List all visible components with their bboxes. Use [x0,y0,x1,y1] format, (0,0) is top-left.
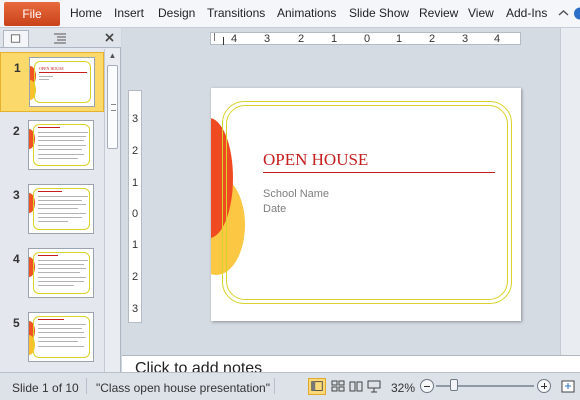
slide-thumbnail-3[interactable]: 3 [0,180,104,240]
slide-thumbnails: 1 OPEN HOUSE 2 3 4 5 [0,49,104,372]
theme-name[interactable]: "Class open house presentation" [96,381,270,395]
scroll-up-icon[interactable]: ▲ [105,49,120,63]
thumbnail-image [28,184,94,234]
collapse-ribbon-icon[interactable] [557,7,570,20]
thumbnail-image [28,312,94,362]
slide-subtitle-school[interactable]: School Name [263,188,329,200]
pane-tabs [0,28,121,48]
zoom-level[interactable]: 32% [391,381,415,395]
zoom-in-icon[interactable] [537,379,551,393]
thumbnail-image: OPEN HOUSE [29,57,95,107]
title-underline [263,172,495,173]
tab-design[interactable]: Design [158,6,195,20]
ruler-label: 1 [331,33,338,45]
ruler-label: 2 [298,33,305,45]
tab-slide-show[interactable]: Slide Show [349,6,409,20]
notes-pane[interactable]: Click to add notes [122,355,580,373]
ruler-label: 3 [132,303,139,315]
slide-thumbnail-4[interactable]: 4 [0,244,104,304]
ruler-label: 4 [494,33,501,45]
slide-show-icon[interactable] [365,378,383,395]
tab-animations[interactable]: Animations [277,6,336,20]
tab-transitions[interactable]: Transitions [207,6,265,20]
tab-insert[interactable]: Insert [114,6,144,20]
editor-scrollbar[interactable] [560,28,580,355]
ruler-label: 2 [132,145,139,157]
ruler-label: 4 [231,33,238,45]
ruler-label: 1 [132,177,139,189]
help-icon[interactable] [573,7,580,20]
ruler-label: 1 [396,33,403,45]
ruler-label: 3 [462,33,469,45]
thumbnail-number: 5 [13,316,20,330]
ruler-label: 3 [264,33,271,45]
thumbnail-image [28,248,94,298]
ruler-label: 0 [364,33,371,45]
tab-review[interactable]: Review [419,6,458,20]
slide-indicator: Slide 1 of 10 [12,381,79,395]
file-tab[interactable]: File [4,2,60,26]
thumbnail-number: 4 [13,252,20,266]
slide-canvas[interactable]: OPEN HOUSE School Name Date [211,88,521,321]
slide-sorter-view-icon[interactable] [329,378,347,395]
slide-subtitle-date[interactable]: Date [263,203,286,215]
slide-title[interactable]: OPEN HOUSE [263,150,368,170]
vertical-ruler: 3 2 1 0 1 2 3 [128,90,142,323]
reading-view-icon[interactable] [347,378,365,395]
zoom-slider-thumb[interactable] [450,379,458,391]
horizontal-ruler: 4 3 2 1 0 1 2 3 4 [210,32,521,45]
slide-thumbnail-1[interactable]: 1 OPEN HOUSE [0,52,104,112]
thumbnail-title: OPEN HOUSE [39,66,64,71]
normal-view-icon[interactable] [308,378,326,395]
thumbnail-number: 1 [14,61,21,75]
thumbnail-number: 3 [13,188,20,202]
slides-pane: 1 OPEN HOUSE 2 3 4 5 ▲ [0,28,121,372]
slide-thumbnail-2[interactable]: 2 [0,116,104,176]
ribbon-tab-bar: File Home Insert Design Transitions Anim… [0,0,580,28]
tab-home[interactable]: Home [70,6,102,20]
tab-add-ins[interactable]: Add-Ins [506,6,547,20]
ruler-label: 1 [132,239,139,251]
ruler-label: 2 [429,33,436,45]
slide-editing-area: 4 3 2 1 0 1 2 3 4 3 2 1 0 1 2 3 OPEN HOU… [122,28,580,355]
outline-tab-icon[interactable] [48,30,72,47]
ruler-label: 0 [132,208,139,220]
scrollbar-thumb[interactable] [107,65,118,149]
thumbnails-scrollbar[interactable]: ▲ [104,49,120,372]
close-pane-icon[interactable] [102,30,118,47]
status-bar: Slide 1 of 10 "Class open house presenta… [0,372,580,400]
thumbnail-number: 2 [13,124,20,138]
ruler-label: 2 [132,271,139,283]
slide-thumbnail-5[interactable]: 5 [0,308,104,368]
fit-to-window-icon[interactable] [559,378,577,395]
tab-view[interactable]: View [468,6,494,20]
slides-tab-icon[interactable] [3,30,29,47]
thumbnail-image [28,120,94,170]
ruler-label: 3 [132,113,139,125]
zoom-out-icon[interactable] [420,379,434,393]
